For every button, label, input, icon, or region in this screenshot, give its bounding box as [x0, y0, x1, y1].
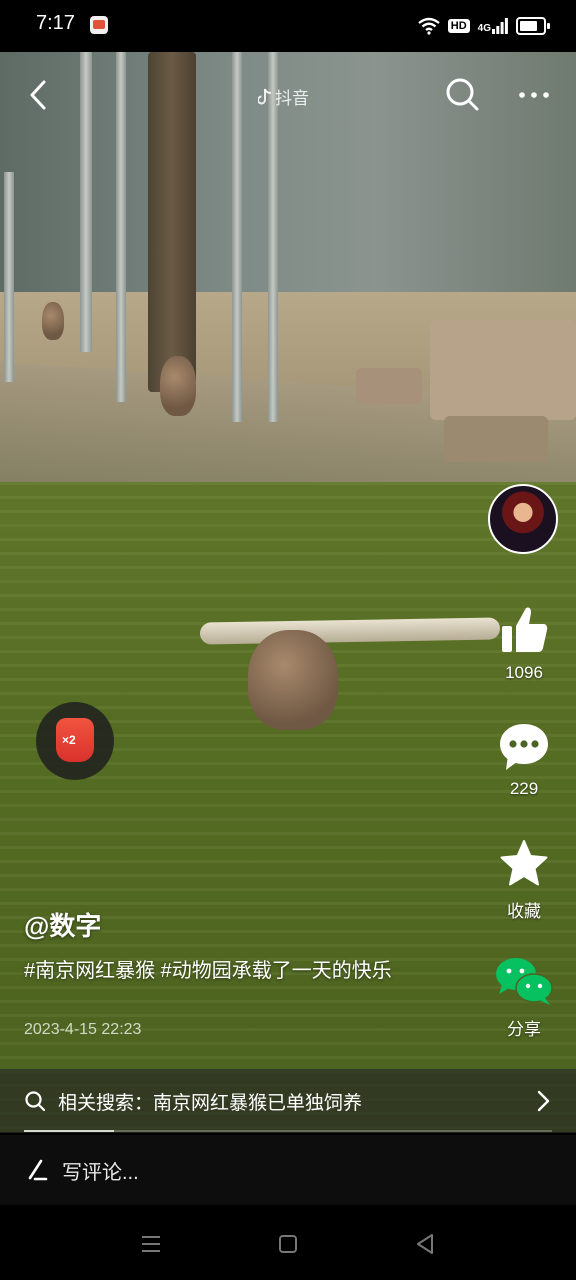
home-icon[interactable]: [278, 1234, 298, 1254]
more-icon[interactable]: [514, 80, 554, 110]
wechat-icon: [496, 958, 553, 1005]
comment-button[interactable]: 229: [486, 722, 562, 799]
system-back-icon[interactable]: [414, 1232, 436, 1256]
scene-monkey-background: [42, 302, 64, 340]
comment-bubble-icon: [500, 724, 548, 770]
author-avatar[interactable]: [488, 484, 558, 554]
scene-fence-pole: [4, 172, 14, 382]
scene-monkey-ledge: [160, 356, 196, 416]
chevron-right-icon[interactable]: [532, 1088, 554, 1114]
related-search-text[interactable]: 相关搜索：南京网红暴猴已单独饲养: [58, 1088, 362, 1115]
reward-badge[interactable]: ×2: [36, 702, 114, 780]
recent-apps-icon[interactable]: [140, 1234, 162, 1254]
network-type: 4G: [477, 23, 491, 34]
battery-icon: [516, 17, 550, 35]
cell-signal-icon: 4G: [478, 18, 508, 34]
scene-stone-block: [430, 320, 576, 420]
playback-progress-fill: [24, 1130, 114, 1132]
post-caption[interactable]: #南京网红暴猴 #动物园承载了一天的快乐: [24, 956, 454, 986]
favorite-button[interactable]: 收藏: [486, 838, 562, 922]
like-button[interactable]: 1096: [486, 604, 562, 683]
hd-badge: HD: [447, 19, 470, 33]
scene-fence-pole: [80, 52, 92, 352]
comment-input[interactable]: 写评论...: [62, 1156, 139, 1185]
scene-tree: [148, 52, 196, 392]
search-icon: [25, 1091, 46, 1112]
scene-stone-block: [444, 416, 548, 462]
share-label: 分享: [507, 1020, 541, 1039]
scene-rock: [356, 368, 422, 404]
status-time: 7:17: [36, 12, 75, 34]
brand-label: 抖音: [275, 89, 309, 108]
status-indicators: HD 4G: [418, 13, 550, 39]
like-count: 1096: [505, 663, 543, 682]
scene-fence-pole: [116, 52, 126, 402]
search-icon[interactable]: [444, 76, 480, 112]
douyin-watermark: 抖音: [258, 84, 309, 109]
douyin-logo-icon: [258, 88, 272, 104]
comment-count: 229: [509, 779, 539, 798]
pen-icon: [28, 1159, 48, 1181]
wifi-icon: [418, 17, 440, 35]
game-notification-icon: [90, 16, 108, 34]
share-button[interactable]: 分享: [486, 952, 562, 1040]
scene-monkey-swimming: [248, 630, 338, 730]
scene-fence-pole: [232, 52, 242, 422]
reward-multiplier: ×2: [62, 733, 76, 747]
star-icon: [500, 840, 548, 886]
thumbs-up-icon: [502, 607, 548, 652]
post-date: 2023-4-15 22:23: [24, 1021, 142, 1038]
author-name[interactable]: @数字: [24, 906, 101, 943]
back-icon[interactable]: [22, 78, 56, 112]
favorite-label: 收藏: [507, 902, 541, 921]
